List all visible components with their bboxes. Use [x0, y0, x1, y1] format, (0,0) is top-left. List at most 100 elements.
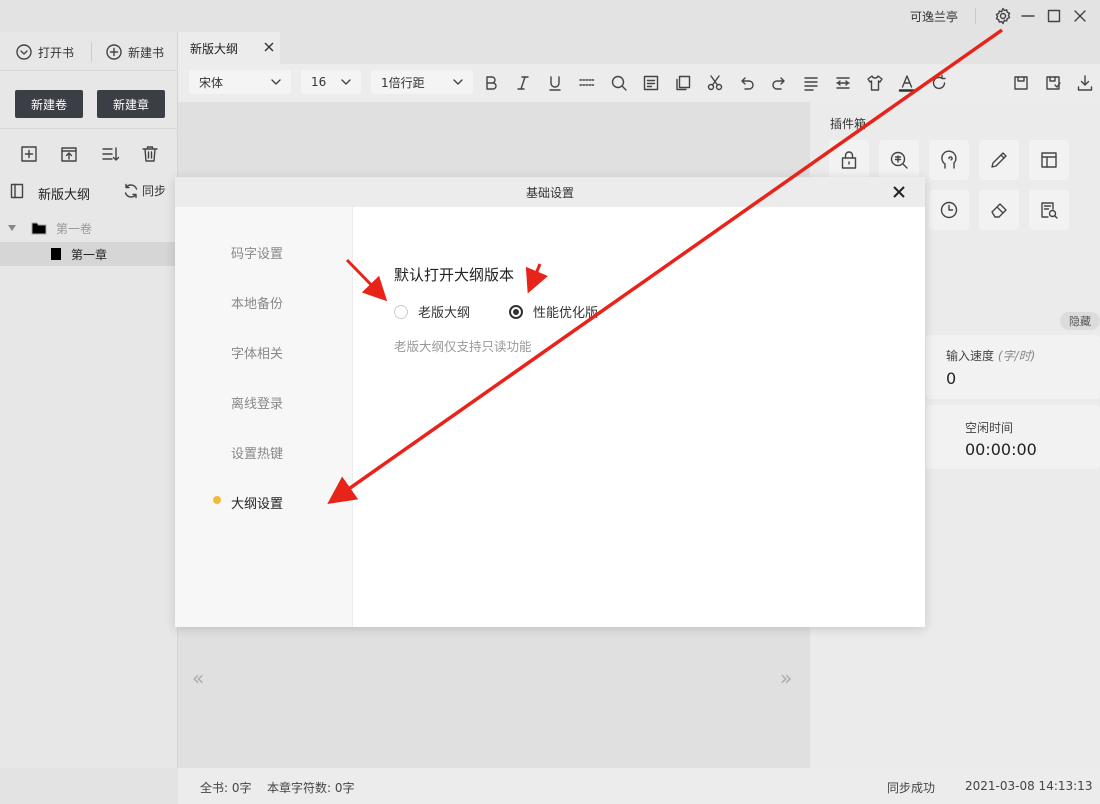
new-book-button[interactable]: 新建书 — [106, 42, 164, 62]
bold-icon[interactable] — [482, 74, 500, 92]
user-name[interactable]: 可逸兰亭 — [910, 8, 958, 25]
plugin-layout[interactable] — [1029, 140, 1069, 180]
outline-hint: 老版大纲仅支持只读功能 — [394, 339, 532, 354]
plugins-title: 插件箱 — [830, 117, 867, 131]
tab-label: 新版大纲 — [190, 41, 239, 56]
refresh-icon[interactable] — [930, 74, 948, 92]
new-chapter-button[interactable]: 新建章 — [97, 90, 165, 118]
font-size-select[interactable]: 16 — [301, 70, 361, 94]
download-icon[interactable] — [1076, 74, 1094, 92]
tree-chapter-row[interactable]: 第一章 — [0, 242, 175, 266]
format-toolbar: 宋体 16 1倍行距 — [178, 64, 1100, 102]
separator-line-icon[interactable] — [578, 74, 596, 92]
title-divider — [975, 8, 976, 24]
minimize-icon[interactable] — [1018, 6, 1038, 26]
close-window-icon[interactable] — [1070, 6, 1090, 26]
plugin-edit[interactable] — [979, 140, 1019, 180]
chevron-circle-icon — [16, 44, 32, 60]
left-sidebar: 打开书 新建书 新建卷 新建章 新版大纲 同步 第一卷 第一章 — [0, 32, 178, 768]
tab-close-icon[interactable] — [264, 42, 274, 52]
plugin-clock[interactable] — [929, 190, 969, 230]
sync-button[interactable]: 同步 — [123, 182, 166, 199]
scissors-icon[interactable] — [706, 74, 724, 92]
nav-font[interactable]: 字体相关 — [175, 343, 353, 363]
tree-volume-row[interactable]: 第一卷 — [0, 216, 175, 240]
font-size-value: 16 — [311, 75, 327, 89]
align-icon[interactable] — [802, 74, 820, 92]
theme-shirt-icon[interactable] — [866, 74, 884, 92]
save-icon[interactable] — [1012, 74, 1030, 92]
layout-icon — [1041, 152, 1057, 168]
zoom-search-icon — [890, 151, 908, 169]
chapter-char-count: 本章字符数: 0字 — [267, 781, 355, 795]
document-search-icon — [1041, 202, 1058, 219]
dialog-title: 基础设置 — [525, 185, 574, 200]
sync-label: 同步 — [142, 184, 167, 198]
redo-icon[interactable] — [770, 74, 788, 92]
sync-icon — [124, 183, 138, 198]
title-bar: 可逸兰亭 — [0, 0, 1100, 32]
prev-page-button[interactable]: « — [192, 666, 204, 690]
nav-typing-settings[interactable]: 码字设置 — [175, 243, 353, 263]
open-book-button[interactable]: 打开书 — [16, 42, 74, 62]
eraser-icon — [991, 203, 1007, 218]
lock-icon — [841, 151, 857, 169]
option-old-outline-label: 老版大纲 — [418, 306, 471, 321]
divider — [0, 70, 178, 71]
plugin-inspiration[interactable] — [929, 140, 969, 180]
typing-speed-card: 输入速度 (字/时) 0 — [926, 335, 1100, 399]
plus-circle-icon — [106, 44, 122, 60]
plugin-dictionary[interactable] — [879, 140, 919, 180]
font-color-icon[interactable] — [898, 74, 916, 92]
nav-outline-settings[interactable]: 大纲设置 — [175, 493, 353, 513]
folder-icon — [31, 222, 47, 235]
undo-icon[interactable] — [738, 74, 756, 92]
new-volume-button[interactable]: 新建卷 — [15, 90, 83, 118]
tree-volume-label: 第一卷 — [56, 222, 93, 236]
open-book-label: 打开书 — [38, 45, 75, 60]
idle-label: 空闲时间 — [965, 421, 1014, 435]
option-performance[interactable]: 性能优化版 — [509, 302, 598, 321]
plugin-eraser[interactable] — [979, 190, 1019, 230]
dialog-close-icon[interactable] — [893, 186, 905, 198]
radio-old-outline[interactable] — [394, 304, 408, 319]
line-spacing-select[interactable]: 1倍行距 — [371, 70, 473, 94]
sort-icon[interactable] — [100, 144, 120, 164]
font-select[interactable]: 宋体 — [189, 70, 291, 94]
panel-toggle-icon[interactable] — [10, 183, 26, 201]
save-as-icon[interactable] — [1044, 74, 1062, 92]
outline-version-title: 默认打开大纲版本 — [394, 266, 515, 284]
sync-status: 同步成功 — [887, 781, 936, 795]
search-icon[interactable] — [610, 74, 628, 92]
document-icon — [51, 248, 61, 260]
speed-label-row: 输入速度 (字/时) — [946, 347, 1035, 364]
settings-gear-icon[interactable] — [993, 6, 1013, 26]
divider — [0, 128, 178, 129]
option-old-outline[interactable]: 老版大纲 — [394, 302, 470, 321]
new-book-label: 新建书 — [128, 45, 165, 60]
maximize-icon[interactable] — [1044, 6, 1064, 26]
tab-new-outline[interactable]: 新版大纲 — [178, 32, 280, 64]
trash-icon[interactable] — [140, 144, 160, 164]
head-icon — [941, 150, 957, 169]
radio-performance[interactable] — [509, 304, 523, 319]
nav-hotkeys[interactable]: 设置热键 — [175, 443, 353, 463]
next-page-button[interactable]: » — [780, 666, 792, 690]
indent-icon[interactable] — [834, 74, 852, 92]
italic-icon[interactable] — [514, 74, 532, 92]
plugin-lock[interactable] — [829, 140, 869, 180]
clock-icon — [940, 201, 958, 219]
add-item-icon[interactable] — [19, 144, 39, 164]
copy-icon[interactable] — [674, 74, 692, 92]
nav-offline-login[interactable]: 离线登录 — [175, 393, 353, 413]
insert-item-icon[interactable] — [59, 144, 79, 164]
settings-dialog: 基础设置 码字设置 本地备份 字体相关 离线登录 设置热键 大纲设置 默认打开大… — [175, 177, 925, 627]
hide-button[interactable]: 隐藏 — [1060, 312, 1100, 330]
nav-local-backup[interactable]: 本地备份 — [175, 293, 353, 313]
underline-icon[interactable] — [546, 74, 564, 92]
font-value: 宋体 — [199, 75, 224, 90]
notes-icon[interactable] — [642, 74, 660, 92]
plugin-doc-search[interactable] — [1029, 190, 1069, 230]
speed-label: 输入速度 — [946, 349, 995, 363]
outline-label[interactable]: 新版大纲 — [38, 184, 90, 203]
